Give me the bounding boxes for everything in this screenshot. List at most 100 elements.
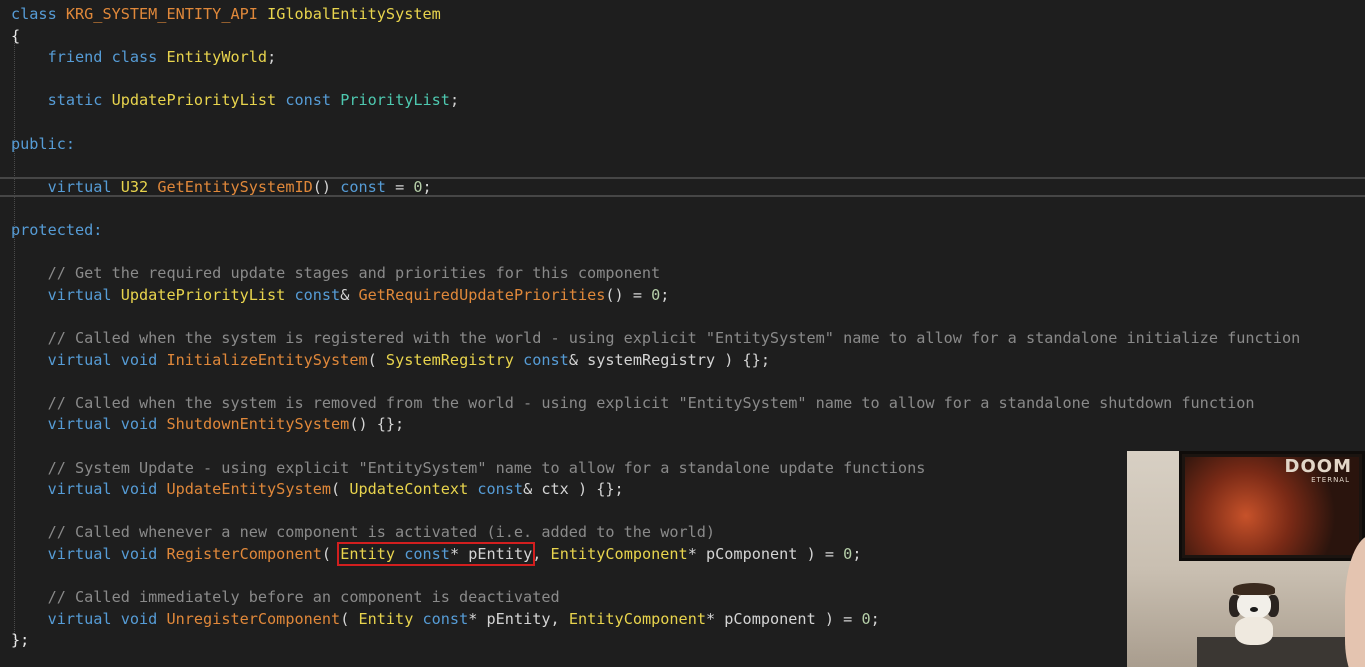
code-token: 0 <box>861 609 871 628</box>
code-line[interactable]: virtual void UnregisterComponent( Entity… <box>11 609 880 631</box>
code-line[interactable]: { <box>11 26 20 48</box>
code-token: ( <box>321 545 341 563</box>
code-token: const <box>513 350 569 369</box>
code-token: const <box>413 609 469 628</box>
code-token: U32 <box>120 177 149 196</box>
code-token: UpdatePriorityList <box>120 285 286 304</box>
code-token: ShutdownEntitySystem <box>166 415 350 434</box>
code-line[interactable]: virtual U32 GetEntitySystemID() const = … <box>11 177 432 199</box>
code-token: ; <box>422 177 432 196</box>
code-line[interactable]: virtual void InitializeEntitySystem( Sys… <box>11 350 770 372</box>
code-token: UpdatePriorityList <box>111 91 277 110</box>
doom-eternal-poster: DOOM ETERNAL <box>1179 451 1365 561</box>
code-line[interactable]: }; <box>11 630 29 652</box>
code-line[interactable]: virtual UpdatePriorityList const& GetReq… <box>11 285 670 307</box>
code-token: ( <box>367 350 386 369</box>
plush-dog-toy <box>1227 583 1281 645</box>
code-token: { <box>11 26 21 45</box>
code-token: IGlobalEntitySystem <box>267 5 441 23</box>
code-token: static <box>11 91 112 110</box>
code-editor[interactable]: class KRG_SYSTEM_ENTITY_API IGlobalEntit… <box>0 0 1365 667</box>
code-token: 0 <box>843 545 853 563</box>
code-token: virtual void <box>11 545 167 563</box>
highlight-box: Entity const* pEntity <box>337 542 536 566</box>
webcam-overlay: DOOM ETERNAL <box>1127 451 1365 667</box>
code-token: virtual <box>11 177 121 196</box>
code-line[interactable]: virtual void RegisterComponent( Entity c… <box>11 542 862 566</box>
code-token: class <box>111 48 167 67</box>
code-token: const <box>340 177 386 196</box>
code-token: ( <box>331 480 350 499</box>
code-token: () <box>312 177 341 196</box>
code-token: EntityComponent <box>568 609 706 628</box>
code-token: & ctx ) {}; <box>523 480 624 499</box>
code-line[interactable]: public: <box>11 134 75 156</box>
code-token: virtual void <box>11 609 167 628</box>
code-token: 0 <box>413 177 423 196</box>
code-token: class <box>11 5 66 23</box>
code-token: GetRequiredUpdatePriorities <box>358 285 606 304</box>
code-token: virtual void <box>11 480 167 499</box>
code-token: = <box>385 177 414 196</box>
code-token: & <box>340 285 359 304</box>
code-token: , <box>532 545 551 563</box>
code-token: protected: <box>11 221 103 239</box>
code-token: public: <box>11 134 76 153</box>
code-token: InitializeEntitySystem <box>166 350 368 369</box>
code-token: Entity <box>358 609 414 628</box>
code-token: Entity <box>340 545 396 563</box>
code-token: KRG_SYSTEM_ENTITY_API <box>65 5 258 23</box>
code-token: & systemRegistry ) {}; <box>568 350 770 369</box>
code-token: () {}; <box>349 415 405 434</box>
code-line[interactable]: // System Update - using explicit "Entit… <box>11 458 926 480</box>
code-token: UnregisterComponent <box>166 609 341 628</box>
code-line[interactable]: // Called when the system is removed fro… <box>11 393 1255 415</box>
code-token: // Called whenever a new component is ac… <box>11 523 716 542</box>
shelf <box>1197 637 1365 667</box>
code-line[interactable]: virtual void UpdateEntitySystem( UpdateC… <box>11 479 624 501</box>
poster-title: DOOM <box>1284 456 1352 477</box>
code-token: SystemRegistry <box>385 350 514 369</box>
code-token: virtual void <box>11 415 167 434</box>
code-line[interactable]: protected: <box>11 220 102 242</box>
code-token: const <box>276 91 341 110</box>
code-token: RegisterComponent <box>166 545 322 563</box>
code-token: virtual void <box>11 350 167 369</box>
code-token: () = <box>605 285 652 304</box>
code-token: ; <box>449 91 460 110</box>
code-line[interactable]: friend class EntityWorld; <box>11 47 277 69</box>
code-token: EntityWorld <box>166 48 268 67</box>
code-token: * pComponent ) = <box>687 545 844 563</box>
code-token: UpdateContext <box>349 480 469 499</box>
code-token: UpdateEntitySystem <box>166 480 332 499</box>
poster-subtitle: ETERNAL <box>1311 476 1350 484</box>
code-token: * pComponent ) = <box>705 609 862 628</box>
code-token: GetEntitySystemID <box>157 177 313 196</box>
code-token: // Get the required update stages and pr… <box>11 264 661 283</box>
code-line[interactable]: // Called immediately before an componen… <box>11 587 560 609</box>
code-token: const <box>468 480 524 499</box>
code-token: }; <box>11 631 30 650</box>
code-token: virtual <box>11 285 121 304</box>
code-token: const <box>285 285 341 304</box>
code-token: friend <box>11 48 112 67</box>
code-line[interactable]: static UpdatePriorityList const Priority… <box>11 90 460 112</box>
code-token: * pEntity <box>449 545 533 563</box>
code-token: EntityComponent <box>550 545 688 563</box>
code-line[interactable]: class KRG_SYSTEM_ENTITY_API IGlobalEntit… <box>11 4 441 26</box>
code-token: // System Update - using explicit "Entit… <box>11 458 926 477</box>
code-line[interactable]: // Get the required update stages and pr… <box>11 263 661 285</box>
code-token: const <box>395 545 450 563</box>
code-token: // Called when the system is registered … <box>11 329 1301 347</box>
code-line[interactable]: // Called whenever a new component is ac… <box>11 522 716 544</box>
code-token: ; <box>852 545 862 563</box>
code-line[interactable]: virtual void ShutdownEntitySystem() {}; <box>11 414 405 436</box>
code-token: // Called when the system is removed fro… <box>11 393 1255 412</box>
code-token: ; <box>870 609 880 628</box>
code-token: 0 <box>651 285 661 304</box>
code-token: PriorityList <box>340 91 450 110</box>
code-token: * pEntity, <box>468 609 569 628</box>
code-line[interactable]: // Called when the system is registered … <box>11 328 1301 350</box>
